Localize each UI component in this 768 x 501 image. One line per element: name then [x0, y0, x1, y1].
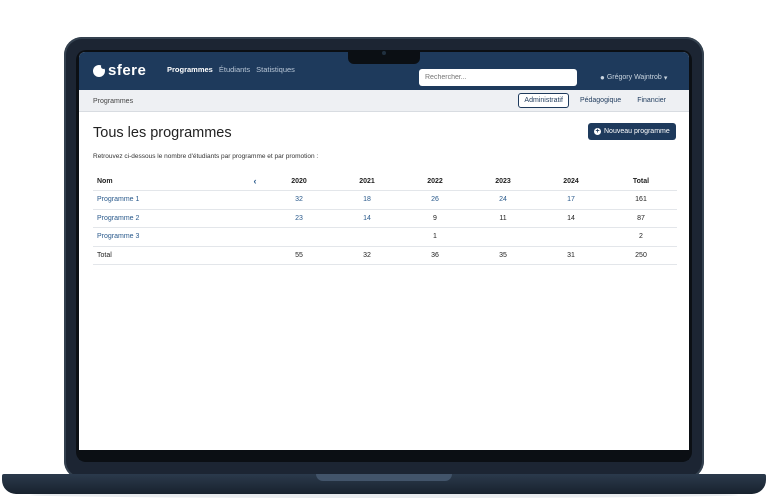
view-pedagogique[interactable]: Pédagogique [575, 94, 626, 107]
programmes-table: Nom ‹ 2020 2021 2022 2023 2024 Total Pro… [93, 172, 677, 265]
total-cell: 31 [537, 246, 605, 265]
table-header-row: Nom ‹ 2020 2021 2022 2023 2024 Total [93, 172, 677, 191]
user-icon: ● [600, 73, 605, 82]
count-link[interactable]: 32 [265, 190, 333, 210]
column-header: 2023 [469, 172, 537, 191]
new-programme-button[interactable]: + Nouveau programme [588, 123, 676, 140]
total-cell: 35 [469, 246, 537, 265]
column-header: 2021 [333, 172, 401, 191]
view-financier[interactable]: Financier [632, 94, 671, 107]
row-total: 161 [605, 190, 677, 210]
sub-navbar: Programmes Administratif Pédagogique Fin… [79, 90, 689, 112]
programme-link[interactable]: Programme 2 [93, 209, 245, 228]
count-cell [469, 227, 537, 247]
table-row: Programme 2 23 14 9 11 14 87 [93, 209, 677, 228]
count-cell: 14 [537, 209, 605, 228]
camera-icon [382, 51, 386, 55]
grand-total: 250 [605, 246, 677, 265]
column-header: 2020 [265, 172, 333, 191]
count-link[interactable]: 18 [333, 190, 401, 210]
spacer-cell [245, 246, 265, 265]
table-total-row: Total 55 32 36 35 31 250 [93, 246, 677, 265]
screen-chin [79, 450, 689, 460]
view-administratif[interactable]: Administratif [518, 93, 569, 108]
total-cell: 36 [401, 246, 469, 265]
count-link[interactable]: 14 [333, 209, 401, 228]
count-link[interactable]: 26 [401, 190, 469, 210]
chevron-left-icon[interactable]: ‹ [245, 172, 265, 191]
laptop-base-notch [316, 474, 452, 481]
total-cell: 55 [265, 246, 333, 265]
page-title: Tous les programmes [93, 125, 232, 141]
app-screen: sfere Programmes Étudiants Statistiques … [79, 52, 689, 450]
search-input[interactable] [419, 69, 577, 86]
nav-item-etudiants[interactable]: Étudiants [219, 65, 250, 74]
count-link[interactable]: 23 [265, 209, 333, 228]
count-cell [265, 227, 333, 247]
nav-item-programmes[interactable]: Programmes [167, 65, 213, 74]
user-name: Grégory Wajntrob [606, 74, 662, 81]
count-cell [537, 227, 605, 247]
nav-item-statistiques[interactable]: Statistiques [256, 65, 295, 74]
breadcrumb: Programmes [93, 98, 134, 105]
user-menu[interactable]: ● Grégory Wajntrob ▾ [600, 73, 667, 82]
count-cell: 9 [401, 209, 469, 228]
column-header-total: Total [605, 172, 677, 191]
chevron-down-icon: ▾ [663, 74, 668, 82]
spacer-cell [245, 227, 265, 247]
view-switcher: Administratif Pédagogique Financier [518, 93, 671, 108]
table-row: Programme 3 1 2 [93, 227, 677, 247]
logo-text: sfere [108, 62, 147, 79]
total-cell: 32 [333, 246, 401, 265]
intro-text: Retrouvez ci-dessous le nombre d'étudian… [93, 153, 319, 160]
column-header: 2022 [401, 172, 469, 191]
row-total: 2 [605, 227, 677, 247]
plus-circle-icon: + [594, 128, 601, 135]
count-cell: 11 [469, 209, 537, 228]
count-link[interactable]: 17 [537, 190, 605, 210]
programme-link[interactable]: Programme 1 [93, 190, 245, 210]
count-cell [333, 227, 401, 247]
table-row: Programme 1 32 18 26 24 17 161 [93, 190, 677, 210]
new-programme-label: Nouveau programme [604, 128, 670, 135]
column-header-nom: Nom [93, 172, 245, 191]
spacer-cell [245, 209, 265, 228]
spacer-cell [245, 190, 265, 210]
programme-link[interactable]: Programme 3 [93, 227, 245, 247]
logo-icon [93, 63, 106, 77]
laptop-mockup: sfere Programmes Étudiants Statistiques … [0, 0, 768, 501]
column-header: 2024 [537, 172, 605, 191]
row-total: 87 [605, 209, 677, 228]
count-link[interactable]: 24 [469, 190, 537, 210]
total-label: Total [93, 246, 245, 265]
main-nav: Programmes Étudiants Statistiques [167, 65, 295, 74]
count-cell: 1 [401, 227, 469, 247]
app-logo[interactable]: sfere [93, 62, 146, 79]
